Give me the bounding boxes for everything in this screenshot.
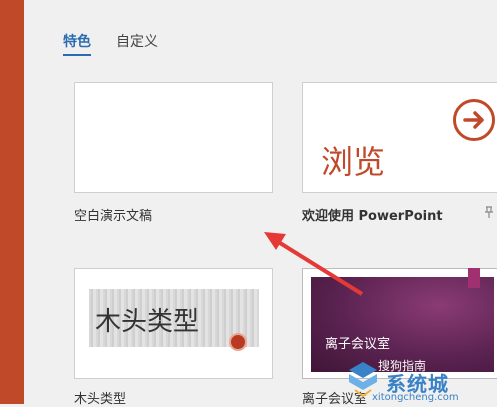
backstage-sidebar — [0, 0, 24, 404]
thumb-text: 离子会议室 — [325, 337, 391, 352]
thumb-text: 浏览 — [321, 143, 386, 181]
accent-dot — [229, 333, 247, 351]
template-label: 空白演示文稿 — [74, 209, 153, 224]
template-wood-type[interactable]: 木头类型 — [74, 268, 273, 379]
tab-custom[interactable]: 自定义 — [116, 31, 158, 51]
ion-accent-tab — [468, 268, 480, 288]
annotation-arrow-icon — [264, 232, 364, 296]
arrow-right-icon — [453, 99, 495, 141]
tab-featured[interactable]: 特色 — [63, 31, 91, 56]
template-blank[interactable] — [74, 82, 273, 193]
pin-icon[interactable] — [484, 206, 494, 218]
template-label: 木头类型 — [74, 392, 127, 407]
watermark-url: xitongcheng.com — [372, 392, 459, 403]
template-welcome-tour[interactable]: 浏览 — [302, 82, 497, 193]
thumb-text: 木头类型 — [95, 307, 200, 337]
